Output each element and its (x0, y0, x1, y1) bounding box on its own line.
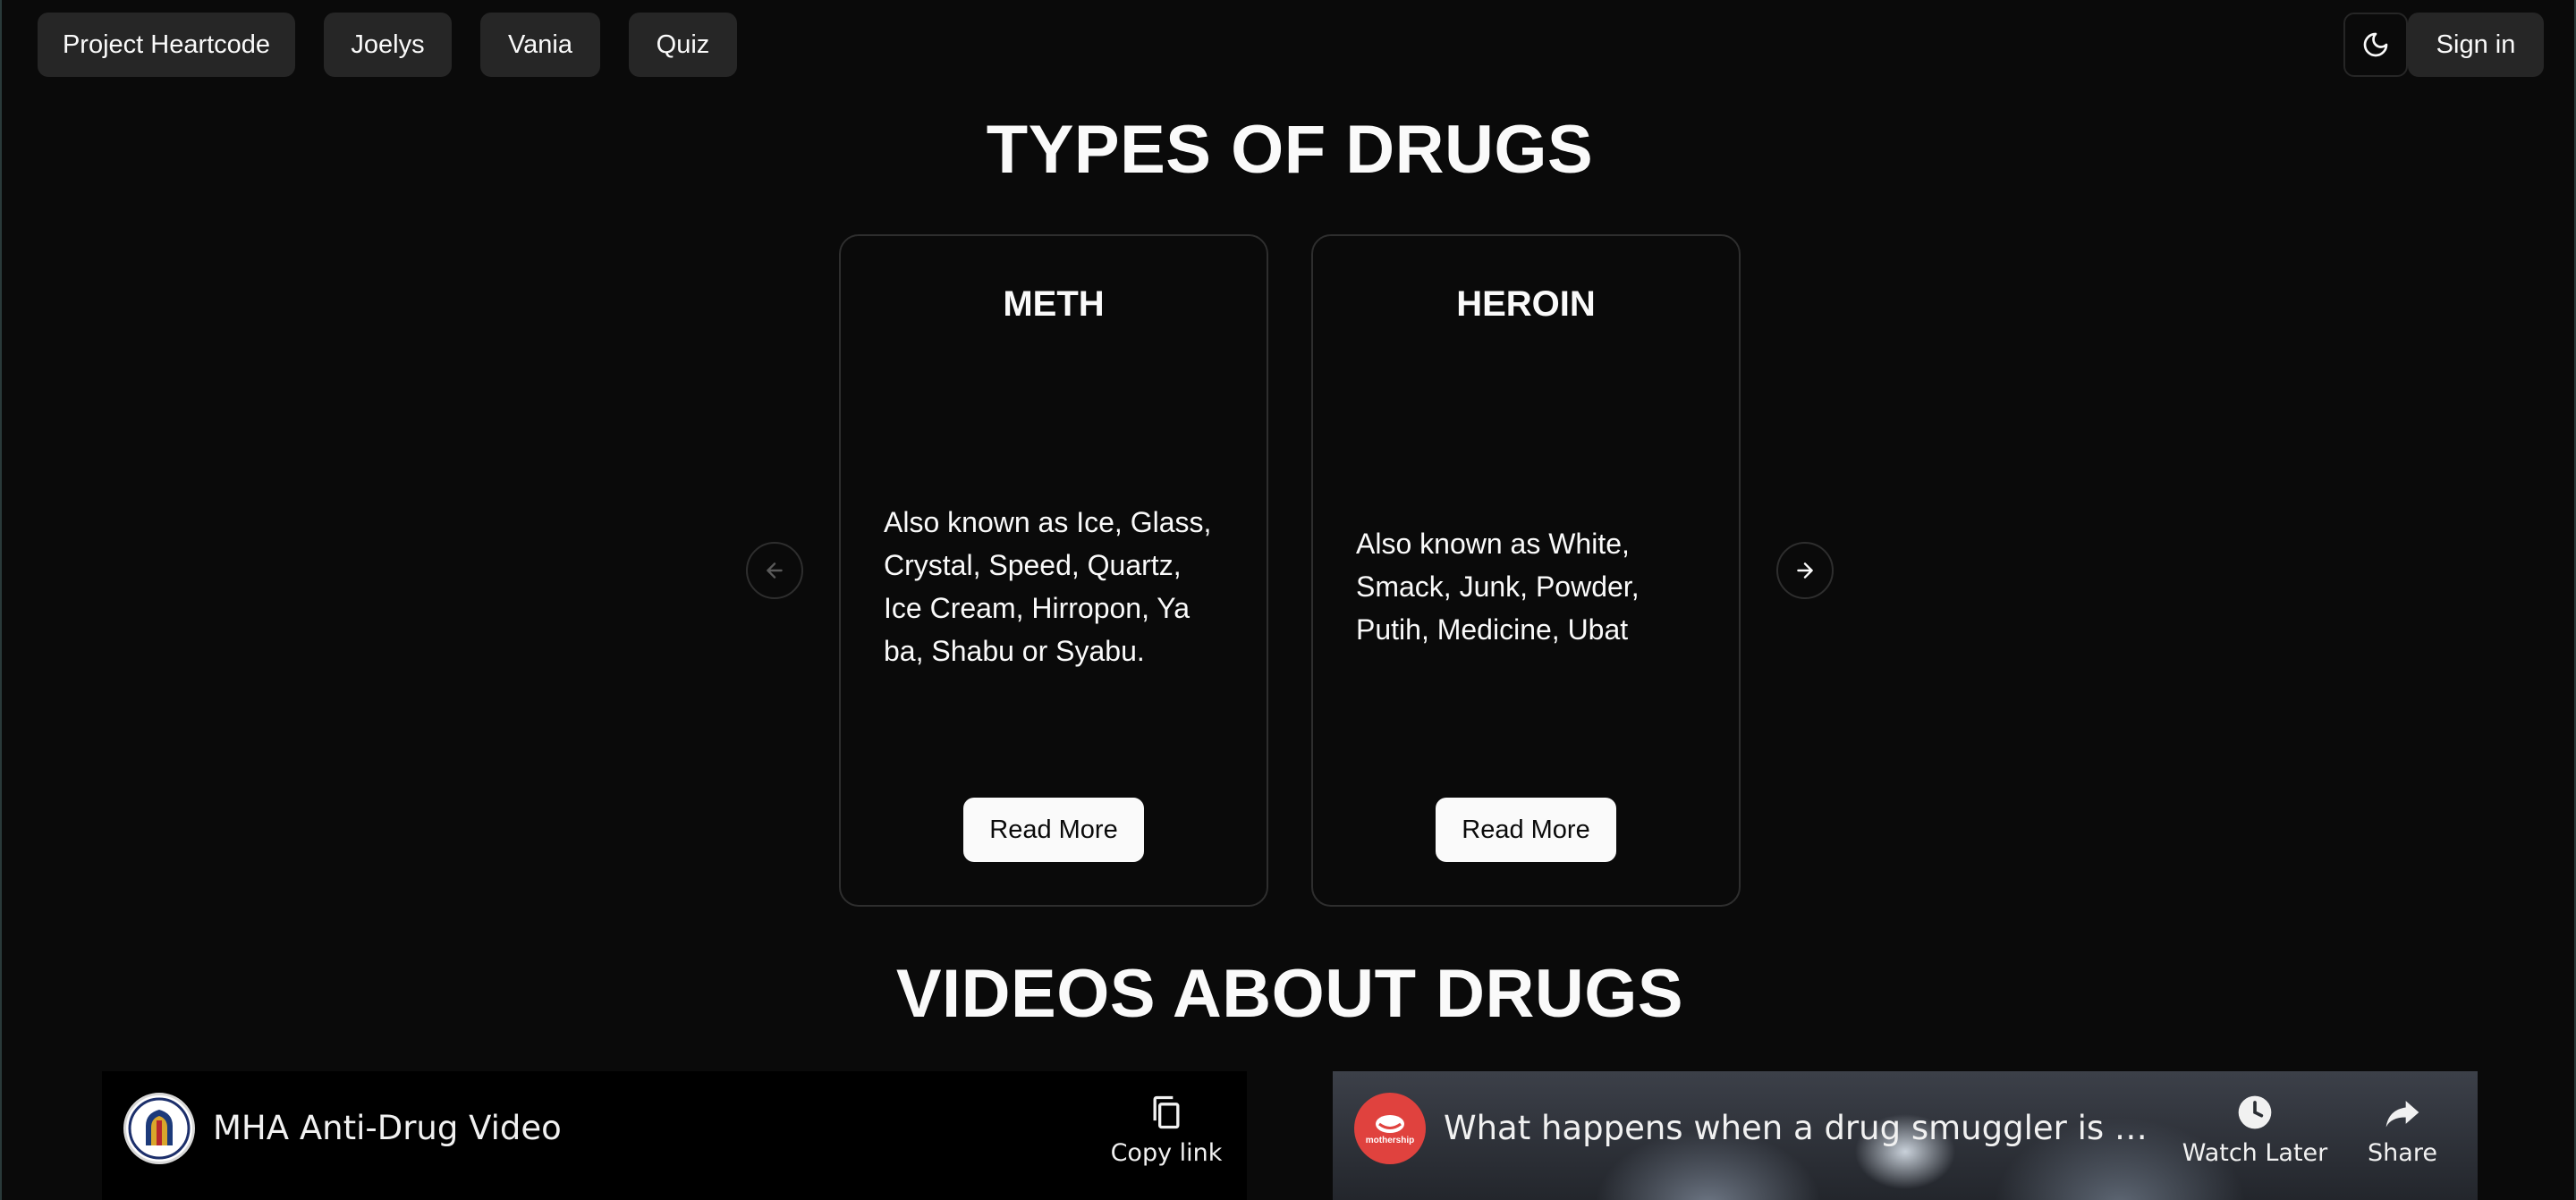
drug-card-description: Also known as White, Smack, Junk, Powder… (1356, 528, 1640, 646)
video-embed-mothership[interactable]: mothership What happens when a drug smug… (1333, 1071, 2478, 1200)
video-title[interactable]: What happens when a drug smuggler is cau… (1444, 1109, 2159, 1147)
read-more-button[interactable]: Read More (963, 798, 1144, 862)
clock-icon (2238, 1095, 2272, 1129)
share-label: Share (2368, 1139, 2437, 1167)
arrow-left-icon (767, 562, 783, 579)
nav-project-heartcode[interactable]: Project Heartcode (38, 13, 295, 77)
arrow-right-icon (1797, 562, 1813, 579)
video-title[interactable]: MHA Anti-Drug Video (213, 1109, 1072, 1147)
page: Project Heartcode Joelys Vania Quiz Sign… (0, 0, 2576, 1200)
share-button[interactable]: Share (2358, 1093, 2447, 1167)
carousel-next-button[interactable] (1776, 542, 1834, 599)
copy-link-button[interactable]: Copy link (1104, 1093, 1229, 1167)
theme-toggle-button[interactable] (2343, 13, 2408, 77)
drug-card-meth: METH Also known as Ice, Glass, Crystal, … (839, 234, 1268, 907)
watch-later-label: Watch Later (2182, 1139, 2328, 1167)
carousel-prev-button[interactable] (746, 542, 803, 599)
drug-card-description: Also known as Ice, Glass, Crystal, Speed… (884, 506, 1212, 667)
mothership-logo-icon (1376, 1114, 1404, 1133)
drug-card-title: HEROIN (1456, 284, 1596, 324)
types-of-drugs-heading: TYPES OF DRUGS (986, 112, 1594, 188)
nav-joelys[interactable]: Joelys (324, 13, 452, 77)
videos-about-drugs-heading: VIDEOS ABOUT DRUGS (895, 956, 1684, 1032)
mha-crest-logo (128, 1097, 191, 1160)
channel-logo-text: mothership (1365, 1135, 1415, 1145)
nav-quiz[interactable]: Quiz (629, 13, 737, 77)
copy-link-label: Copy link (1110, 1139, 1223, 1167)
moon-icon (2363, 32, 2388, 57)
watch-later-button[interactable]: Watch Later (2179, 1093, 2331, 1167)
video-embed-mha[interactable]: MHA Anti-Drug Video Copy link (102, 1071, 1247, 1200)
share-icon (2385, 1101, 2419, 1128)
nav-vania[interactable]: Vania (480, 13, 600, 77)
channel-logo[interactable]: mothership (1354, 1093, 1426, 1164)
drug-card-heroin: HEROIN Also known as White, Smack, Junk,… (1311, 234, 1741, 907)
copy-icon (1153, 1095, 1180, 1129)
read-more-button[interactable]: Read More (1436, 798, 1616, 862)
sign-in-button[interactable]: Sign in (2408, 13, 2544, 77)
channel-logo[interactable] (123, 1093, 195, 1164)
drug-card-title: METH (1003, 284, 1105, 324)
